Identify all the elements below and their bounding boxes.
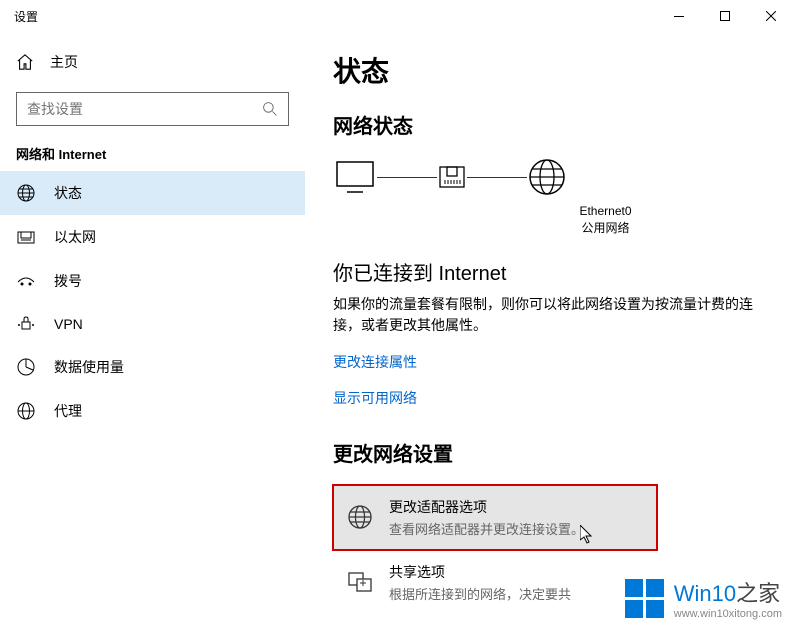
page-heading: 状态 bbox=[333, 50, 770, 90]
card-title: 共享选项 bbox=[389, 562, 571, 582]
network-status-heading: 网络状态 bbox=[333, 110, 770, 139]
search-box[interactable] bbox=[16, 92, 289, 126]
home-label: 主页 bbox=[50, 52, 78, 72]
sidebar-item-datausage[interactable]: 数据使用量 bbox=[0, 345, 305, 389]
sidebar-item-label: 数据使用量 bbox=[54, 357, 124, 377]
link-change-connection-props[interactable]: 更改连接属性 bbox=[333, 352, 770, 372]
sharing-icon bbox=[347, 569, 371, 595]
sidebar-item-label: 状态 bbox=[54, 183, 82, 203]
home-icon bbox=[16, 53, 34, 71]
search-icon bbox=[262, 101, 278, 117]
sidebar: 主页 网络和 Internet 状态 以太网 拨号 bbox=[0, 32, 305, 628]
card-change-adapter-options[interactable]: 更改适配器选项 查看网络适配器并更改连接设置。 bbox=[333, 485, 657, 550]
sidebar-section-title: 网络和 Internet bbox=[0, 126, 305, 171]
adapter-icon bbox=[437, 162, 467, 192]
link-show-networks[interactable]: 显示可用网络 bbox=[333, 388, 770, 408]
card-desc: 根据所连接到的网络，决定要共 bbox=[389, 584, 571, 603]
sidebar-item-label: 代理 bbox=[54, 401, 82, 421]
close-button[interactable] bbox=[748, 0, 794, 32]
dialup-icon bbox=[16, 272, 36, 290]
watermark-brand: Win10之家 bbox=[674, 576, 782, 608]
sidebar-item-label: 拨号 bbox=[54, 271, 82, 291]
window-controls bbox=[656, 0, 794, 32]
network-diagram bbox=[333, 157, 770, 197]
ethernet-icon bbox=[16, 227, 36, 247]
sidebar-item-label: 以太网 bbox=[54, 227, 96, 247]
sidebar-item-ethernet[interactable]: 以太网 bbox=[0, 215, 305, 259]
diagram-line bbox=[467, 177, 527, 178]
sidebar-item-label: VPN bbox=[54, 316, 83, 332]
card-desc: 查看网络适配器并更改连接设置。 bbox=[389, 519, 584, 538]
maximize-button[interactable] bbox=[702, 0, 748, 32]
data-usage-icon bbox=[16, 357, 36, 377]
card-title: 更改适配器选项 bbox=[389, 497, 584, 517]
home-button[interactable]: 主页 bbox=[0, 42, 305, 82]
computer-icon bbox=[333, 159, 377, 195]
connected-title: 你已连接到 Internet bbox=[333, 257, 770, 286]
window-title: 设置 bbox=[14, 8, 38, 25]
windows-logo-icon bbox=[625, 579, 664, 618]
watermark-url: www.win10xitong.com bbox=[674, 608, 782, 620]
adapter-type: 公用网络 bbox=[441, 220, 770, 237]
adapter-name: Ethernet0 bbox=[441, 203, 770, 220]
sidebar-item-status[interactable]: 状态 bbox=[0, 171, 305, 215]
sidebar-item-proxy[interactable]: 代理 bbox=[0, 389, 305, 433]
watermark: Win10之家 www.win10xitong.com bbox=[625, 576, 782, 620]
change-network-settings-heading: 更改网络设置 bbox=[333, 438, 770, 467]
sidebar-item-dialup[interactable]: 拨号 bbox=[0, 259, 305, 303]
search-input[interactable] bbox=[27, 101, 262, 117]
sidebar-item-vpn[interactable]: VPN bbox=[0, 303, 305, 345]
main-content: 状态 网络状态 Ethernet0 公用网络 你已连接到 Internet 如果… bbox=[305, 32, 794, 628]
vpn-icon bbox=[16, 315, 36, 333]
globe-icon bbox=[16, 183, 36, 203]
globe-icon bbox=[347, 504, 371, 530]
title-bar: 设置 bbox=[0, 0, 794, 32]
diagram-line bbox=[377, 177, 437, 178]
proxy-icon bbox=[16, 401, 36, 421]
adapter-label: Ethernet0 公用网络 bbox=[441, 203, 770, 237]
minimize-button[interactable] bbox=[656, 0, 702, 32]
connected-desc: 如果你的流量套餐有限制，则你可以将此网络设置为按流量计费的连接，或者更改其他属性… bbox=[333, 294, 770, 336]
globe-icon bbox=[527, 157, 567, 197]
